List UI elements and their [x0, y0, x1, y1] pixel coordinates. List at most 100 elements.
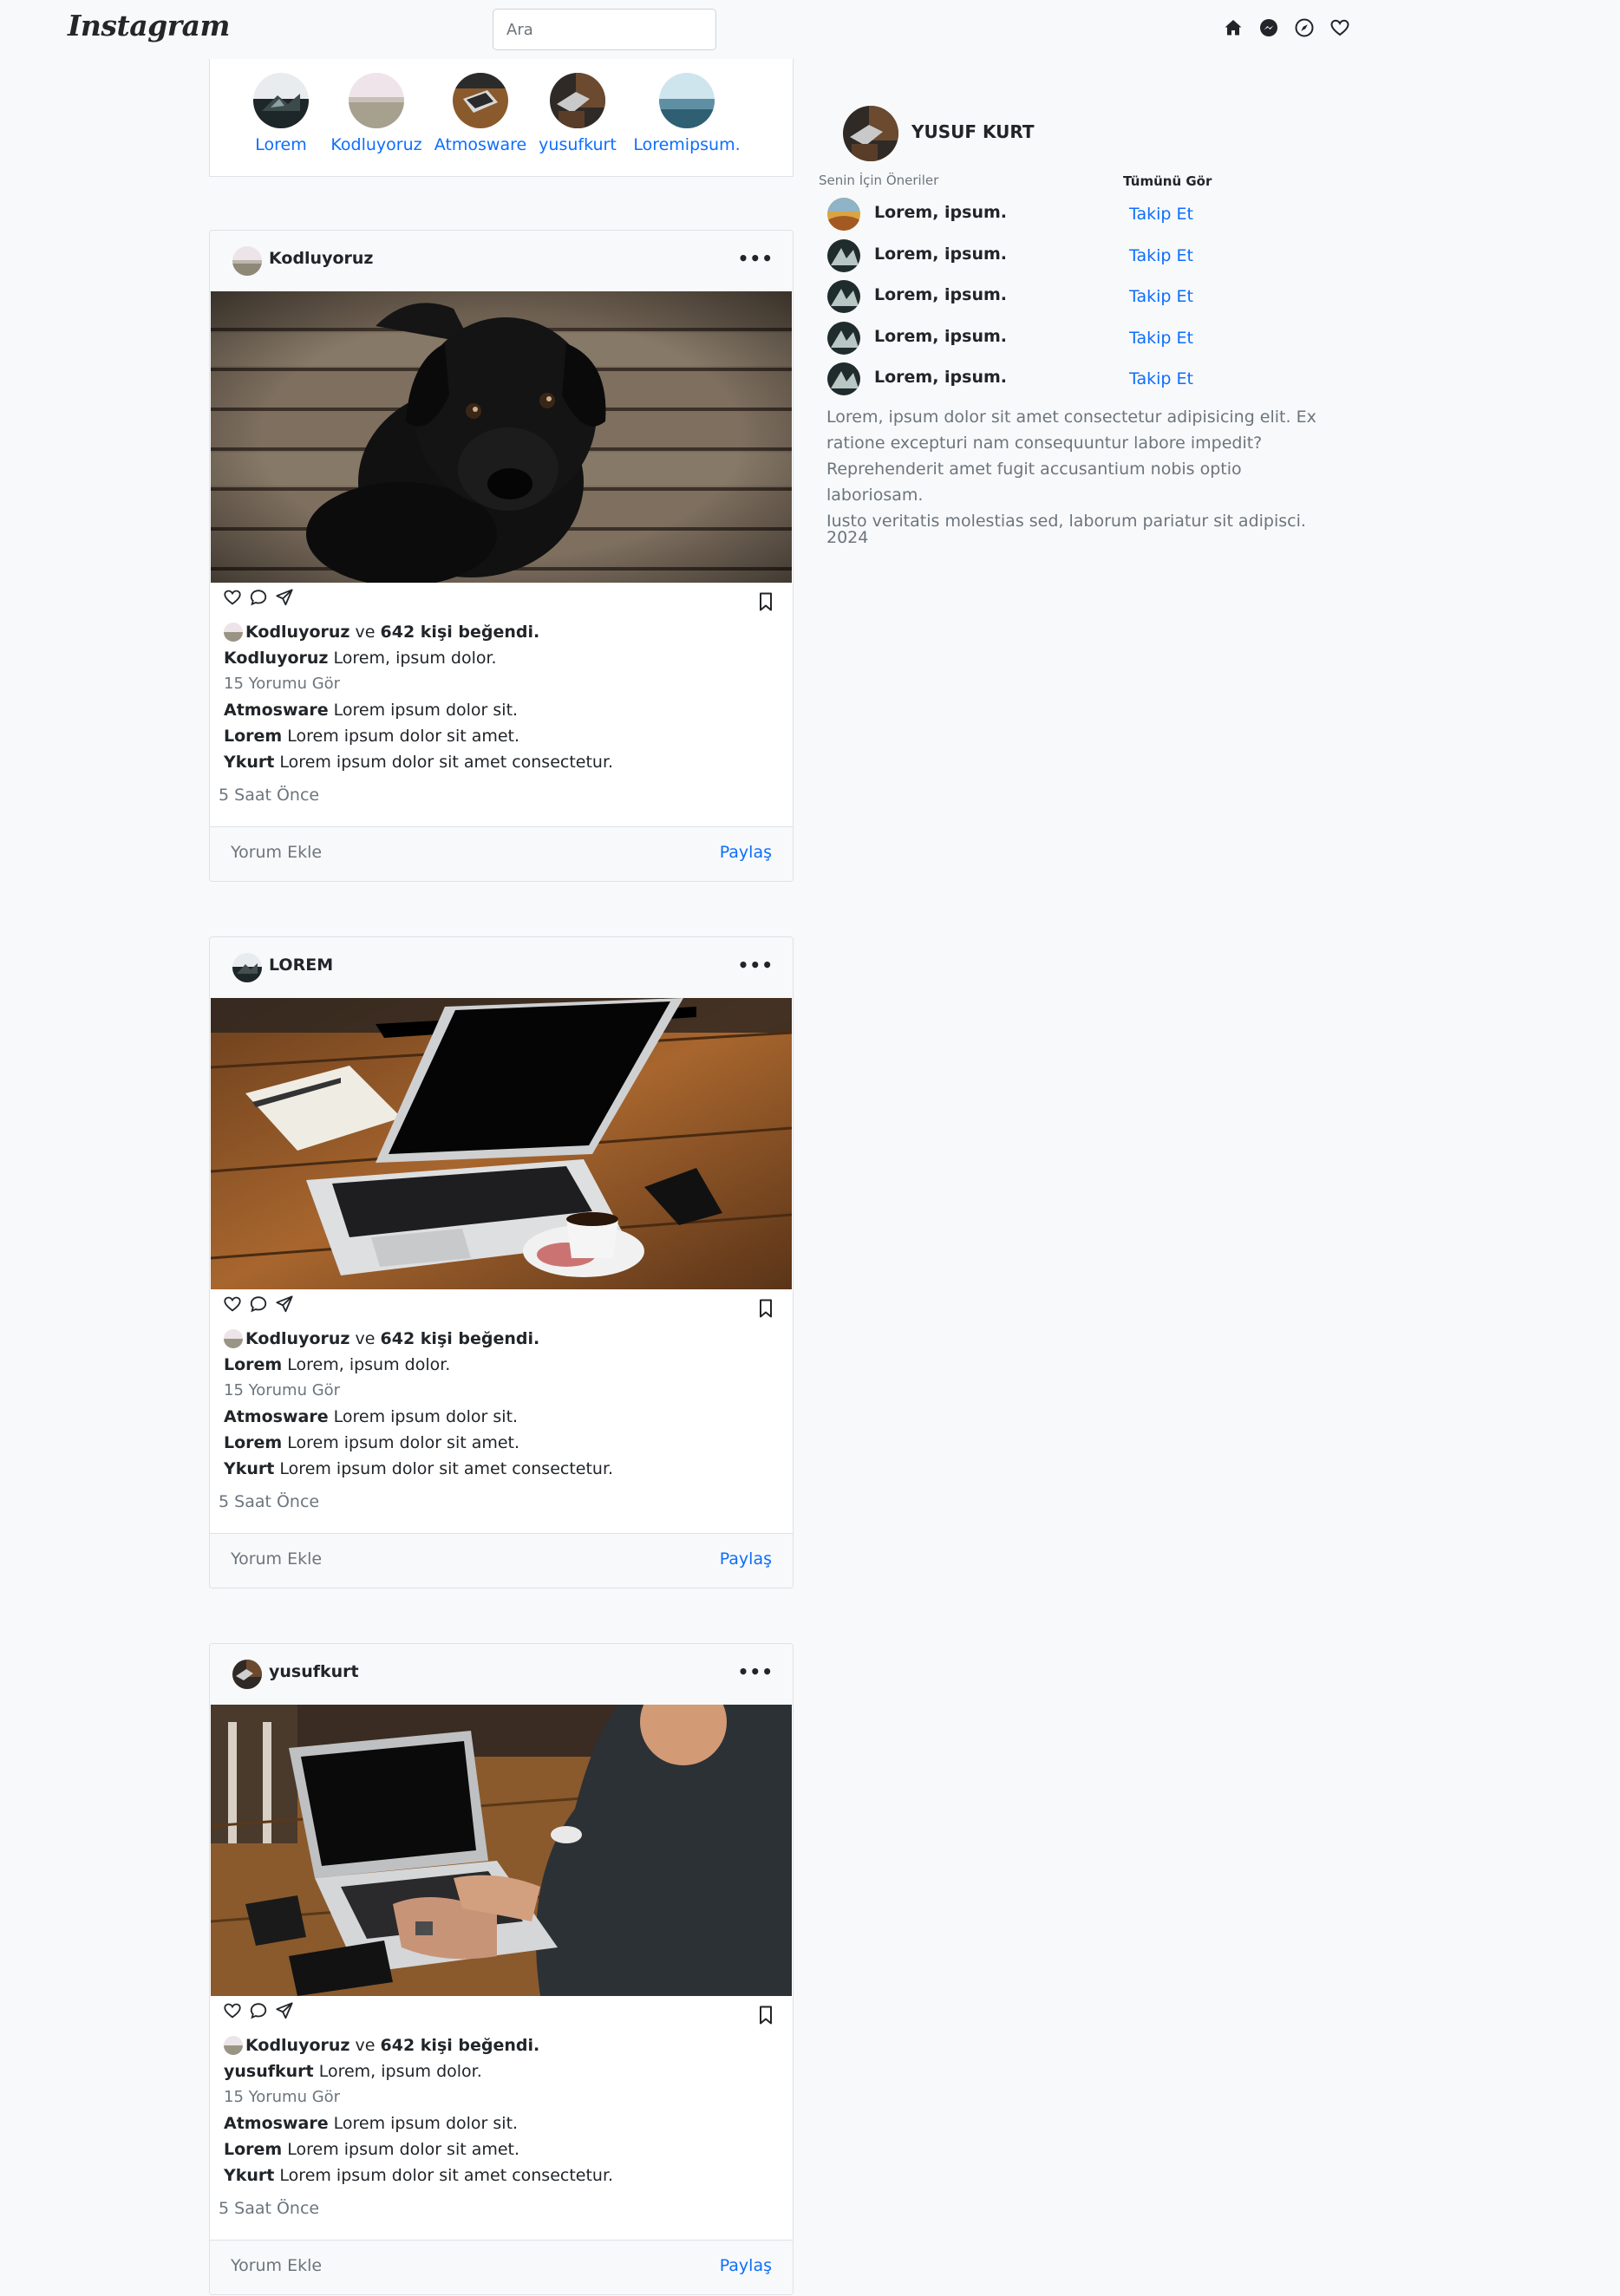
- comment-user[interactable]: Ykurt: [224, 2166, 274, 2185]
- more-options-icon[interactable]: •••: [738, 955, 774, 975]
- follow-button[interactable]: Takip Et: [1129, 287, 1193, 306]
- suggestion-name[interactable]: Lorem, ipsum.: [874, 327, 1007, 346]
- share-button[interactable]: Paylaş: [720, 1549, 772, 1569]
- suggestion-avatar[interactable]: [827, 280, 860, 313]
- suggestion-avatar[interactable]: [827, 198, 860, 231]
- suggestion-name[interactable]: Lorem, ipsum.: [874, 245, 1007, 264]
- post-username[interactable]: LOREM: [269, 956, 333, 975]
- likes-line: Kodluyoruz ve 642 kişi beğendi.: [224, 1326, 779, 1352]
- comment-user[interactable]: Lorem: [224, 1433, 282, 1452]
- caption-user[interactable]: Lorem: [224, 1355, 282, 1374]
- story-name[interactable]: Loremipsum.: [622, 135, 752, 154]
- bookmark-icon[interactable]: [756, 2005, 775, 2025]
- comment-user[interactable]: Ykurt: [224, 753, 274, 772]
- black-puppy-photo: [211, 291, 792, 583]
- post-actions: [223, 2001, 294, 2020]
- add-comment-input[interactable]: Yorum Ekle: [231, 843, 322, 862]
- comment-user[interactable]: Atmosware: [224, 1407, 329, 1426]
- comment-icon[interactable]: [249, 1295, 268, 1314]
- suggestion-name[interactable]: Lorem, ipsum.: [874, 368, 1007, 387]
- suggestion-avatar[interactable]: [827, 322, 860, 355]
- suggestion-name[interactable]: Lorem, ipsum.: [874, 285, 1007, 304]
- caption-user[interactable]: yusufkurt: [224, 2062, 314, 2081]
- story-item[interactable]: Kodluyoruz: [320, 73, 433, 154]
- liker-name[interactable]: Kodluyoruz: [245, 1329, 349, 1348]
- caption: Kodluyoruz Lorem, ipsum dolor.: [224, 645, 779, 671]
- share-button[interactable]: Paylaş: [720, 843, 772, 862]
- suggestion-item: Lorem, ipsum. Takip Et: [827, 320, 1226, 355]
- caption: Lorem Lorem, ipsum dolor.: [224, 1352, 779, 1378]
- comment-text: Lorem ipsum dolor sit amet.: [287, 1433, 520, 1452]
- comment-row: Atmosware Lorem ipsum dolor sit.: [224, 1404, 779, 1430]
- story-name[interactable]: Lorem: [242, 135, 320, 154]
- story-name[interactable]: yusufkurt: [521, 135, 634, 154]
- caption: yusufkurt Lorem, ipsum dolor.: [224, 2058, 779, 2084]
- post-header: yusufkurt •••: [210, 1644, 793, 1706]
- messenger-icon[interactable]: [1258, 17, 1279, 38]
- liker-name[interactable]: Kodluyoruz: [245, 623, 349, 642]
- like-icon[interactable]: [223, 2001, 242, 2020]
- story-item[interactable]: Lorem: [242, 73, 320, 154]
- user-avatar[interactable]: [232, 1660, 262, 1689]
- story-name[interactable]: Atmosware: [424, 135, 537, 154]
- bookmark-icon[interactable]: [756, 591, 775, 612]
- add-comment-input[interactable]: Yorum Ekle: [231, 1549, 322, 1569]
- like-icon[interactable]: [223, 1295, 242, 1314]
- bookmark-icon[interactable]: [756, 1298, 775, 1319]
- likes-count[interactable]: 642 kişi beğendi.: [381, 623, 540, 642]
- follow-button[interactable]: Takip Et: [1129, 205, 1193, 224]
- like-icon[interactable]: [223, 588, 242, 607]
- suggestion-avatar[interactable]: [827, 239, 860, 272]
- share-icon[interactable]: [275, 588, 294, 607]
- story-item[interactable]: Atmosware: [424, 73, 537, 154]
- story-name[interactable]: Kodluyoruz: [320, 135, 433, 154]
- instagram-logo[interactable]: Instagram: [68, 9, 230, 42]
- post-username[interactable]: yusufkurt: [269, 1662, 359, 1681]
- search-input[interactable]: [493, 9, 716, 50]
- comment-row: Atmosware Lorem ipsum dolor sit.: [224, 2110, 779, 2136]
- view-comments-link[interactable]: 15 Yorumu Gör: [224, 671, 779, 697]
- follow-button[interactable]: Takip Et: [1129, 329, 1193, 348]
- comment-user[interactable]: Atmosware: [224, 701, 329, 720]
- comment-icon[interactable]: [249, 2001, 268, 2020]
- see-all-link[interactable]: Tümünü Gör: [1123, 173, 1212, 189]
- story-item[interactable]: Loremipsum.: [622, 73, 752, 154]
- likes-count[interactable]: 642 kişi beğendi.: [381, 2036, 540, 2055]
- post-image[interactable]: [211, 291, 792, 583]
- explore-icon[interactable]: [1294, 17, 1315, 38]
- about-line: Iusto veritatis molestias sed, laborum p…: [826, 512, 1306, 531]
- suggestion-avatar[interactable]: [827, 362, 860, 395]
- view-comments-link[interactable]: 15 Yorumu Gör: [224, 1378, 779, 1404]
- comment-icon[interactable]: [249, 588, 268, 607]
- view-comments-link[interactable]: 15 Yorumu Gör: [224, 2084, 779, 2110]
- home-icon[interactable]: [1223, 17, 1244, 38]
- post-username[interactable]: Kodluyoruz: [269, 249, 373, 268]
- comment-user[interactable]: Ykurt: [224, 1459, 274, 1478]
- profile-name[interactable]: YUSUF KURT: [911, 121, 1035, 142]
- caption-user[interactable]: Kodluyoruz: [224, 649, 328, 668]
- post-image[interactable]: [211, 998, 792, 1289]
- heart-icon[interactable]: [1329, 17, 1350, 38]
- likes-count[interactable]: 642 kişi beğendi.: [381, 1329, 540, 1348]
- comment-text: Lorem ipsum dolor sit amet consectetur.: [279, 2166, 614, 2185]
- profile-avatar[interactable]: [843, 106, 898, 161]
- about-line: Reprehenderit amet fugit accusantium nob…: [826, 460, 1242, 505]
- liker-name[interactable]: Kodluyoruz: [245, 2036, 349, 2055]
- comment-user[interactable]: Lorem: [224, 727, 282, 746]
- suggestion-name[interactable]: Lorem, ipsum.: [874, 203, 1007, 222]
- comment-user[interactable]: Atmosware: [224, 2114, 329, 2133]
- story-item[interactable]: yusufkurt: [521, 73, 634, 154]
- user-avatar[interactable]: [232, 246, 262, 276]
- user-avatar[interactable]: [232, 953, 262, 982]
- more-options-icon[interactable]: •••: [738, 248, 774, 269]
- share-icon[interactable]: [275, 2001, 294, 2020]
- follow-button[interactable]: Takip Et: [1129, 246, 1193, 265]
- share-icon[interactable]: [275, 1295, 294, 1314]
- post-image[interactable]: [211, 1705, 792, 1996]
- more-options-icon[interactable]: •••: [738, 1661, 774, 1682]
- comment-user[interactable]: Lorem: [224, 2140, 282, 2159]
- caption-text: Lorem, ipsum dolor.: [333, 649, 497, 668]
- follow-button[interactable]: Takip Et: [1129, 369, 1193, 388]
- add-comment-input[interactable]: Yorum Ekle: [231, 2256, 322, 2275]
- share-button[interactable]: Paylaş: [720, 2256, 772, 2275]
